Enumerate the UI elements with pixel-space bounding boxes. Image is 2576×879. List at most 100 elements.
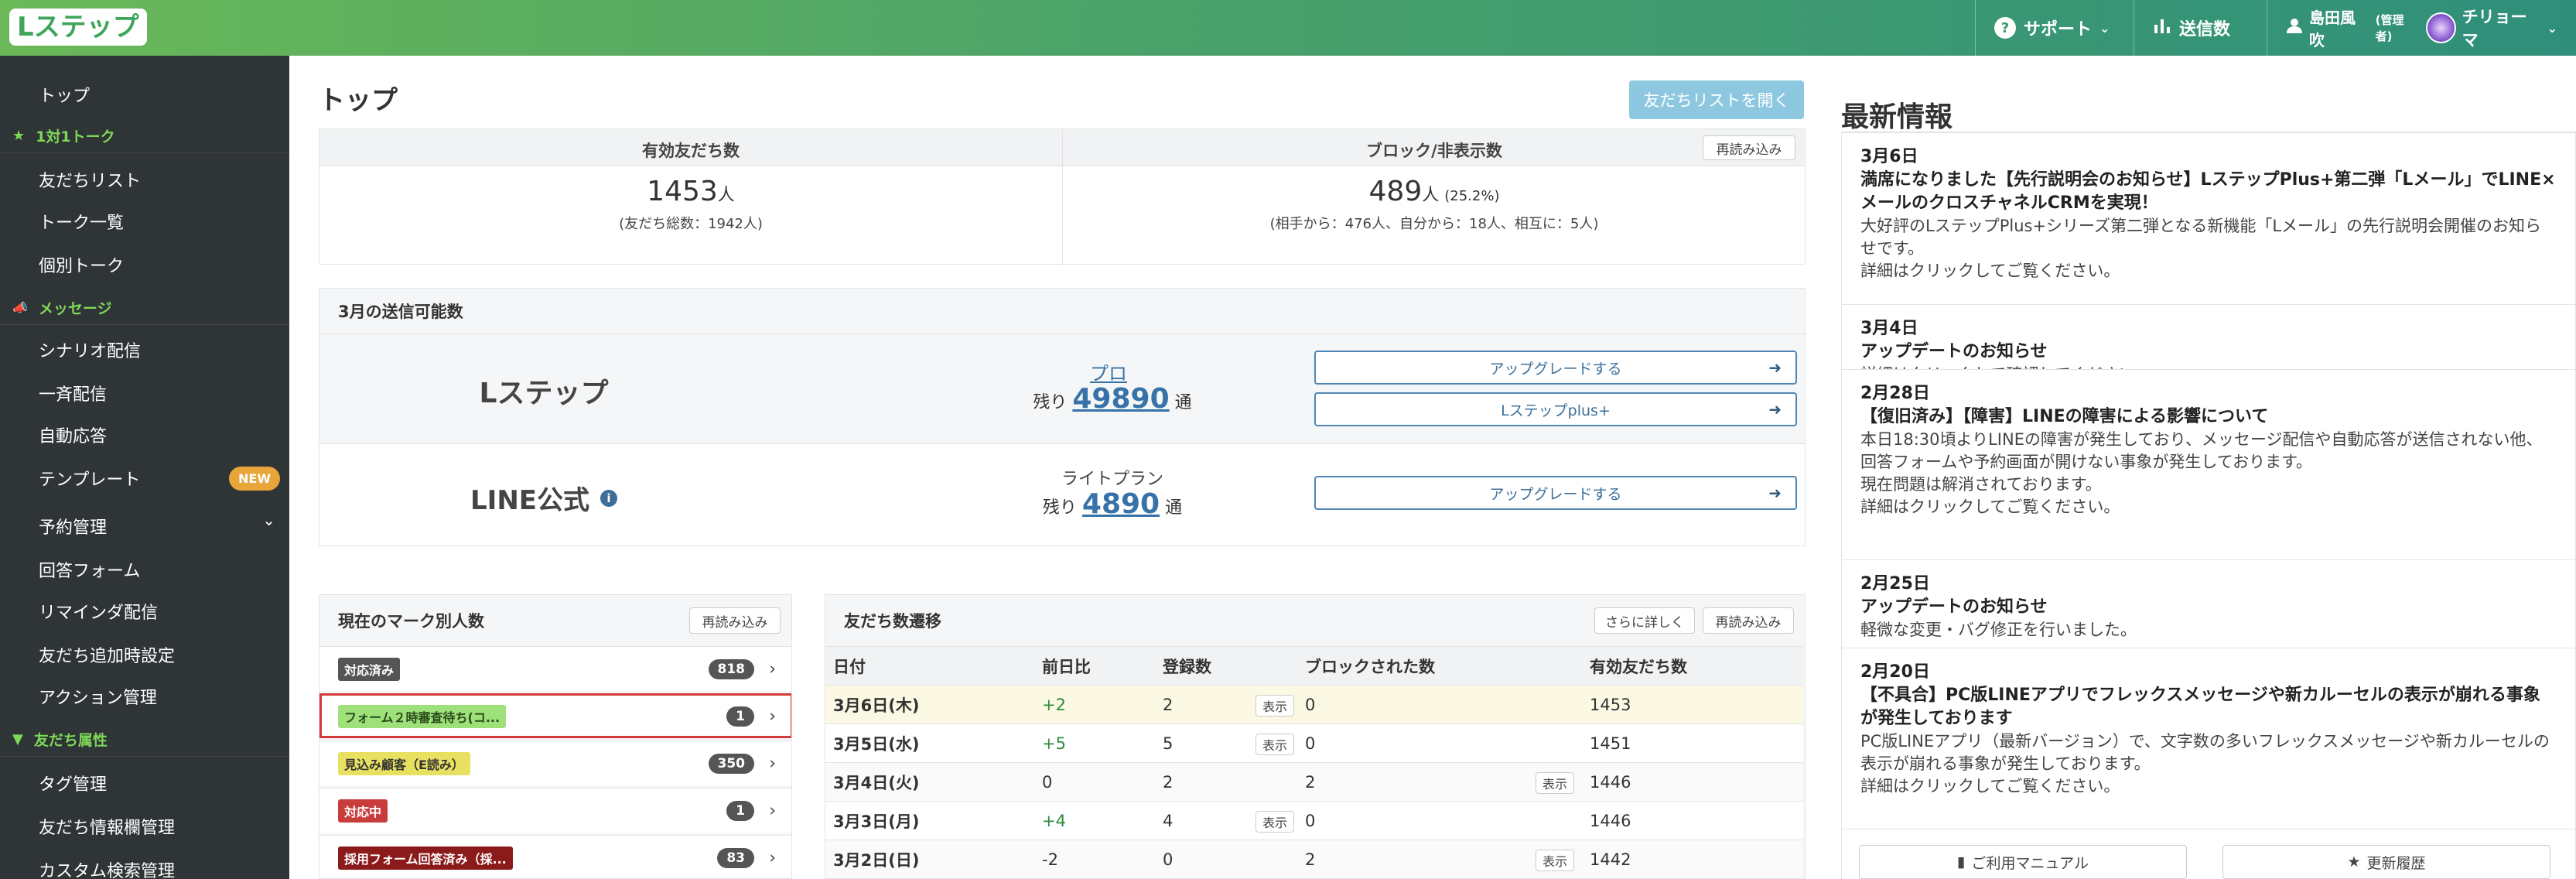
sidebar-section-5[interactable]: 📣 メッセージ [0, 291, 289, 325]
logo-text: Lステップ [9, 9, 147, 46]
column-header: 登録数 [1163, 658, 1211, 676]
sidebar-item-13[interactable]: 友だち追加時設定 [0, 633, 289, 676]
marks-reload-button[interactable]: 再読み込み [689, 607, 781, 634]
chevron-right-icon: › [769, 754, 776, 773]
app-logo[interactable]: Lステップ [9, 8, 147, 46]
news-item[interactable]: 2月25日 アップデートのお知らせ 軽微な変更・バグ修正を行いました。 [1842, 559, 2575, 648]
user-menu[interactable]: 島田風吹 (管理者) チリョーマ ⌄ [2267, 0, 2576, 56]
valid-friends-label: 有効友だち数 [642, 142, 740, 160]
sidebar-section-1[interactable]: ★ 1対1トーク [0, 119, 289, 153]
lstep-upgrade-button[interactable]: アップグレードする ➜ [1314, 351, 1797, 385]
help-icon: ? [1994, 17, 2016, 39]
news-title: 【不具合】PC版LINEアプリでフレックスメッセージや新カルーセルの表示が崩れる… [1860, 686, 2540, 728]
line-upgrade-button[interactable]: アップグレードする ➜ [1314, 476, 1797, 510]
account-name: チリョーマ [2462, 8, 2527, 50]
sidebar-item-3[interactable]: トーク一覧 [0, 200, 289, 243]
info-icon[interactable]: i [600, 489, 617, 507]
bar-chart-icon [2153, 17, 2171, 39]
news-footer: ▮ ご利用マニュアル ★ 更新履歴 [1842, 829, 2575, 879]
filter-icon: ▼ [12, 731, 23, 747]
sidebar-item-label: 友だち追加時設定 [39, 647, 176, 666]
mark-row[interactable]: 採用フォーム回答済み（採... 83 › [319, 835, 791, 878]
valid-friends-value: 1453 [647, 176, 718, 207]
cell-valid: 1451 [1590, 734, 1631, 753]
news-date: 3月6日 [1860, 147, 1918, 166]
news-item[interactable]: 2月28日 【復旧済み】【障害】LINEの障害による影響について 本日18:30頃よ… [1842, 369, 2575, 559]
column-header: 前日比 [1042, 658, 1091, 676]
sidebar-item-0[interactable]: トップ [0, 73, 289, 116]
open-friends-list-button[interactable]: 友だちリストを開く [1629, 80, 1804, 119]
account-avatar [2425, 12, 2456, 43]
block-breakdown-note: (相手から：476人、自分から：18人、相互に：5人) [1269, 216, 1599, 232]
show-button[interactable]: 表示 [1256, 734, 1294, 755]
cell-diff: -2 [1042, 850, 1058, 869]
news-item[interactable]: 3月6日 満席になりました【先行説明会のお知らせ】LステップPlus+第二弾「Lメ… [1842, 132, 2575, 304]
sidebar-item-16[interactable]: タグ管理 [0, 761, 289, 805]
sidebar-item-label: シナリオ配信 [39, 342, 142, 361]
mark-row[interactable]: 対応中 1 › [319, 788, 791, 833]
valid-friends-unit: 人 [717, 186, 735, 205]
line-remain-label: 残り [1042, 498, 1077, 518]
stats-panel: 有効友だち数 ブロック/非表示数 再読み込み 1453人 (友だち総数：1942… [319, 128, 1806, 265]
news-item[interactable]: 2月20日 【不具合】PC版LINEアプリでフレックスメッセージや新カルーセルの表… [1842, 648, 2575, 798]
line-plan-name: ライトプラン [1061, 470, 1163, 489]
show-button[interactable]: 表示 [1256, 811, 1294, 833]
send-count-link[interactable]: 送信数 [2134, 0, 2267, 56]
line-remain-value[interactable]: 4890 [1082, 488, 1160, 520]
lstep-plan-link[interactable]: プロ [1062, 358, 1155, 385]
top-header: Lステップ ? サポート ⌄ 送信数 島田風吹 (管理者) チリョーマ ⌄ [0, 0, 2576, 56]
mark-row[interactable]: 対応済み 818 › [319, 646, 791, 691]
stats-reload-button[interactable]: 再読み込み [1703, 135, 1795, 160]
cell-date: 3月2日(日) [833, 851, 920, 870]
lstep-remain-value[interactable]: 49890 [1072, 383, 1169, 415]
sidebar-item-10[interactable]: 予約管理 ⌄ [0, 504, 289, 548]
sidebar-item-label: リマインダ配信 [39, 604, 159, 623]
user-role: (管理者) [2375, 13, 2404, 43]
sidebar-item-17[interactable]: 友だち情報欄管理 [0, 805, 289, 848]
chevron-right-icon: › [769, 659, 776, 679]
mark-row[interactable]: 見込み顧客（E読み） 350 › [319, 740, 791, 785]
show-button[interactable]: 表示 [1256, 695, 1294, 717]
update-history-button[interactable]: ★ 更新履歴 [2222, 845, 2550, 879]
sidebar-item-18[interactable]: カスタム検索管理 [0, 848, 289, 879]
arrow-right-icon: ➜ [1768, 400, 1782, 419]
sidebar-item-14[interactable]: アクション管理 [0, 675, 289, 718]
manual-button[interactable]: ▮ ご利用マニュアル [1859, 845, 2187, 879]
cell-diff: 0 [1042, 773, 1053, 792]
chevron-down-icon: ⌄ [262, 511, 275, 529]
sidebar-item-4[interactable]: 個別トーク [0, 243, 289, 286]
sidebar-item-9[interactable]: テンプレート NEW [0, 453, 289, 504]
total-friends-note: (友だち総数：1942人) [619, 216, 763, 232]
news-body-line: 軽微な変更・バグ修正を行いました。 [1860, 621, 2137, 639]
sidebar-item-6[interactable]: シナリオ配信 [0, 328, 289, 371]
column-header: 有効友だち数 [1590, 658, 1687, 676]
line-remain-unit: 通 [1165, 498, 1183, 518]
sidebar-section-15[interactable]: ▼ 友だち属性 [0, 723, 289, 757]
news-body-line: 詳細はクリックしてご覧ください。 [1860, 262, 2120, 280]
chevron-right-icon: › [769, 848, 776, 867]
news-item[interactable]: 3月4日アップデートのお知らせ詳細はクリックして確認してください。 [1842, 304, 2575, 384]
sidebar-item-7[interactable]: 一斉配信 [0, 371, 289, 415]
sidebar-item-12[interactable]: リマインダ配信 [0, 590, 289, 633]
lstep-plus-button[interactable]: Lステップplus+ ➜ [1314, 392, 1797, 426]
table-row: 3月3日(月) +4 4 0 1446 表示 [825, 801, 1803, 840]
cell-block: 2 [1305, 850, 1316, 869]
chevron-right-icon: › [769, 706, 776, 726]
trend-more-button[interactable]: さらに詳しく [1594, 607, 1695, 634]
block-hidden-label: ブロック/非表示数 [1366, 142, 1502, 160]
sidebar-item-label: 予約管理 [39, 518, 108, 538]
send-count-label: 送信数 [2179, 20, 2231, 39]
show-button[interactable]: 表示 [1536, 850, 1574, 871]
sidebar-item-2[interactable]: 友だちリスト [0, 158, 289, 201]
cell-diff: +5 [1042, 734, 1066, 753]
support-menu[interactable]: ? サポート ⌄ [1975, 0, 2134, 56]
star-icon: ★ [12, 128, 26, 144]
news-body-line: 本日18:30頃よりLINEの障害が発生しており、メッセージ配信や自動応答が送信… [1860, 430, 2543, 471]
trend-reload-button[interactable]: 再読み込み [1703, 607, 1794, 634]
show-button[interactable]: 表示 [1536, 772, 1574, 794]
sidebar-item-8[interactable]: 自動応答 [0, 413, 289, 457]
mark-row[interactable]: フォーム２時審査待ち(コ... 1 › [319, 693, 791, 738]
arrow-right-icon: ➜ [1768, 358, 1782, 377]
sidebar-item-11[interactable]: 回答フォーム [0, 548, 289, 591]
block-unit: 人 [1422, 186, 1440, 205]
